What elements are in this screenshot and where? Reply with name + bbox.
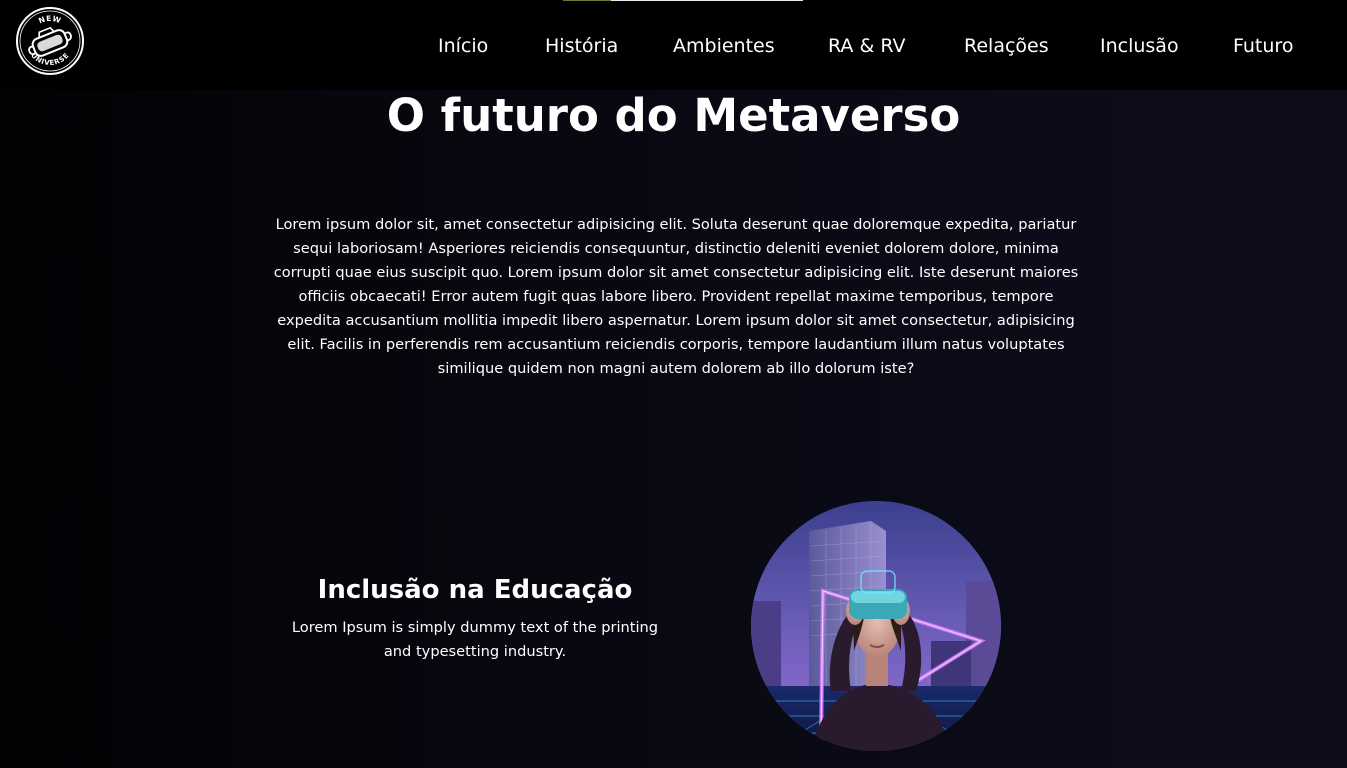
woman-vr-headset-photo [751,501,1001,751]
nav-item-relacoes[interactable]: Relações [964,33,1049,59]
nav-item-futuro[interactable]: Futuro [1233,33,1293,59]
main-nav: Início História Ambientes RA & RV Relaçõ… [0,33,1347,61]
feature-description: Lorem Ipsum is simply dummy text of the … [291,619,659,660]
intro-paragraph: Lorem ipsum dolor sit, amet consectetur … [273,216,1079,377]
nav-item-ambientes[interactable]: Ambientes [673,33,775,59]
nav-item-inicio[interactable]: Início [438,33,488,59]
feature-title: Inclusão na Educação [317,575,633,605]
nav-item-inclusao[interactable]: Inclusão [1100,33,1179,59]
nav-item-ra-rv[interactable]: RA & RV [828,33,905,59]
top-edge-strip [563,0,803,1]
nav-item-historia[interactable]: História [545,33,618,59]
top-navbar: NEW UNIVERSE Início História Ambientes R… [0,0,1347,90]
page-title: O futuro do Metaverso [386,89,961,142]
page: NEW UNIVERSE Início História Ambientes R… [0,0,1347,768]
